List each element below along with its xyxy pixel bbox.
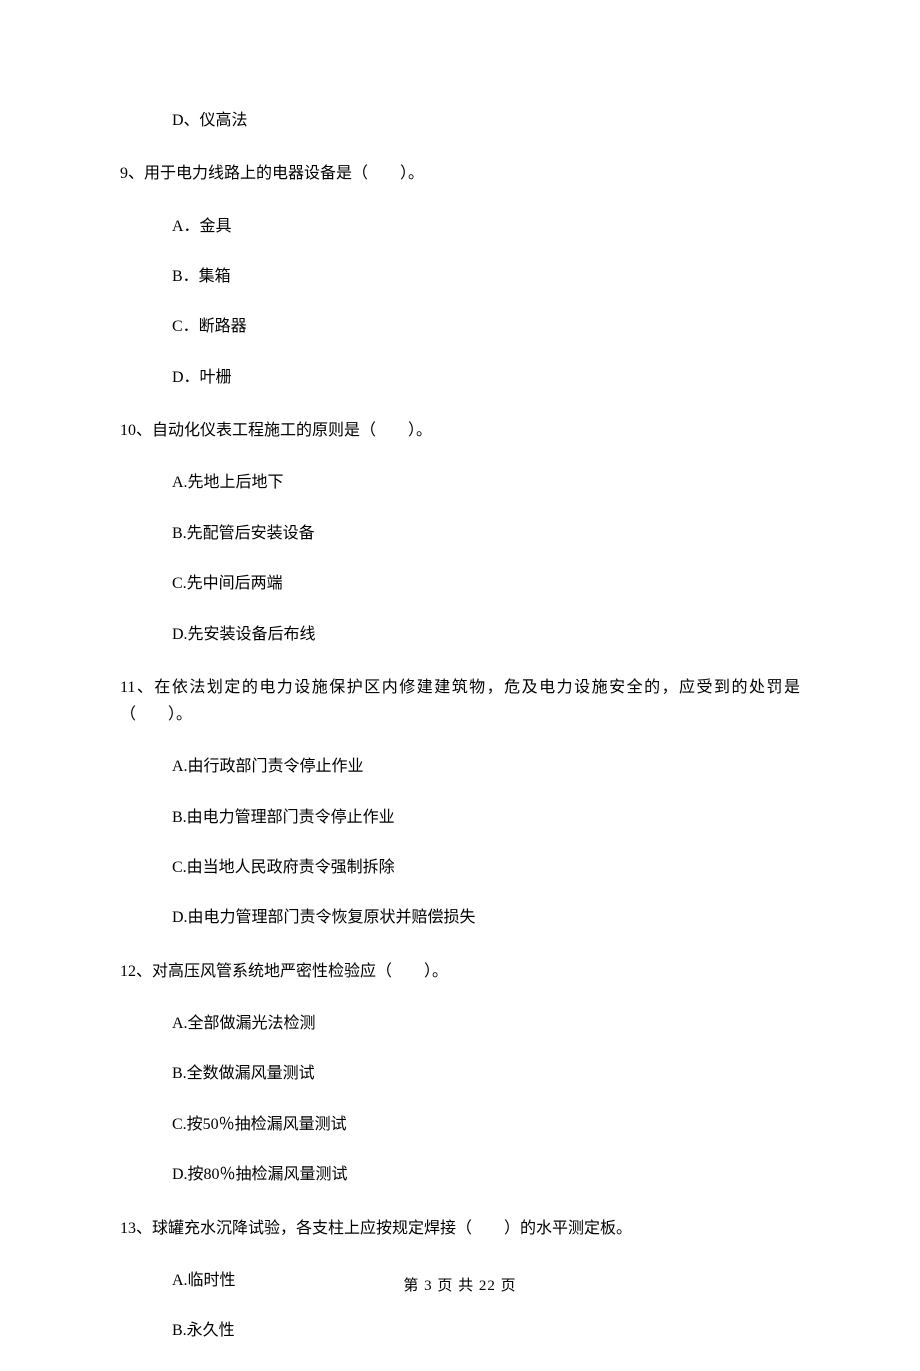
q13-stem: 13、球罐充水沉降试验，各支柱上应按规定焊接（ ）的水平测定板。 [120,1215,800,1242]
q12-option-d: D.按80％抽检漏风量测试 [172,1164,800,1186]
q12-option-c: C.按50％抽检漏风量测试 [172,1114,800,1136]
q9-option-d: D．叶栅 [172,367,800,389]
q12-stem: 12、对高压风管系统地严密性检验应（ ）。 [120,958,800,985]
q13-option-b: B.永久性 [172,1320,800,1342]
q10-option-d: D.先安装设备后布线 [172,624,800,646]
q10-stem: 10、自动化仪表工程施工的原则是（ ）。 [120,417,800,444]
q9-option-c: C．断路器 [172,316,800,338]
page-footer: 第 3 页 共 22 页 [0,1274,920,1295]
q8-option-d: D、仪高法 [172,110,800,132]
q10-option-c: C.先中间后两端 [172,573,800,595]
q12-option-b: B.全数做漏风量测试 [172,1063,800,1085]
q9-option-b: B．集箱 [172,266,800,288]
document-page: D、仪高法 9、用于电力线路上的电器设备是（ ）。 A．金具 B．集箱 C．断路… [0,0,920,1343]
q11-option-d: D.由电力管理部门责令恢复原状并赔偿损失 [172,907,800,929]
q10-option-a: A.先地上后地下 [172,472,800,494]
q12-option-a: A.全部做漏光法检测 [172,1013,800,1035]
q9-stem: 9、用于电力线路上的电器设备是（ ）。 [120,160,800,187]
q11-option-c: C.由当地人民政府责令强制拆除 [172,857,800,879]
q9-option-a: A．金具 [172,216,800,238]
q11-option-b: B.由电力管理部门责令停止作业 [172,807,800,829]
q11-stem: 11、在依法划定的电力设施保护区内修建建筑物，危及电力设施安全的，应受到的处罚是… [120,674,800,728]
q10-option-b: B.先配管后安装设备 [172,523,800,545]
q11-option-a: A.由行政部门责令停止作业 [172,756,800,778]
